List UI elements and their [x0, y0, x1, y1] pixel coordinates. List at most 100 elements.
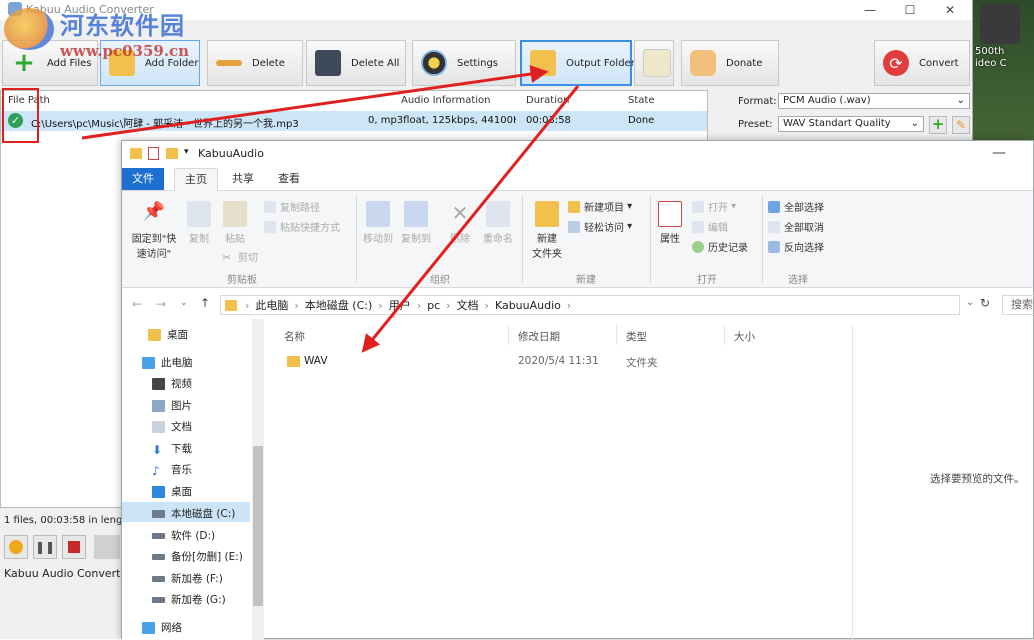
edit-icon	[692, 220, 704, 233]
up-arrow-icon[interactable]: ↑	[200, 296, 210, 310]
convert-button[interactable]: ⟳ Convert	[874, 40, 970, 86]
open-output-button[interactable]	[634, 40, 674, 86]
delete-button[interactable]: Delete	[207, 40, 303, 86]
file-date: 2020/5/4 11:31	[518, 355, 599, 367]
column-size[interactable]: 大小	[734, 329, 755, 344]
nav-item-this-pc[interactable]: 此电脑	[142, 355, 193, 370]
pin-icon: 📌	[142, 201, 166, 222]
cut-button[interactable]: ✂ 剪切	[222, 249, 258, 265]
column-name[interactable]: 名称	[284, 329, 305, 344]
copy-button[interactable]: 复制	[184, 201, 214, 245]
open-folder-icon	[530, 50, 556, 76]
column-divider	[508, 325, 509, 345]
select-all-icon	[768, 200, 780, 213]
tab-share[interactable]: 共享	[222, 168, 264, 190]
tab-home[interactable]: 主页	[174, 168, 218, 191]
nav-item-downloads[interactable]: ⬇ 下载	[152, 441, 192, 457]
nav-item-drive-e[interactable]: 备份[勿删] (E:)	[152, 549, 243, 564]
minimize-icon[interactable]: —	[850, 0, 890, 20]
settings-button[interactable]: Settings	[412, 40, 516, 86]
desktop-app-icon[interactable]	[980, 4, 1020, 44]
new-item-button[interactable]: 新建项目 ▾	[568, 199, 632, 214]
delete-all-button[interactable]: Delete All	[306, 40, 406, 86]
copy-to-button[interactable]: 复制到	[398, 201, 434, 245]
minimize-icon[interactable]: —	[992, 145, 1006, 161]
paste-button[interactable]: 粘贴	[220, 201, 250, 245]
document-icon	[643, 49, 671, 77]
copy-icon	[187, 201, 211, 227]
new-folder-icon	[535, 201, 559, 227]
history-button[interactable]: 历史记录	[692, 239, 748, 254]
forward-arrow-icon[interactable]: →	[156, 297, 166, 311]
nav-item-drive-f[interactable]: 新加卷 (F:)	[152, 571, 223, 586]
select-none-button[interactable]: 全部取消	[768, 219, 824, 234]
edit-button[interactable]: 编辑	[692, 219, 728, 234]
table-row[interactable]: ✓ C:\Users\pc\Music\阿肆 - 郭采洁 - 世界上的另一个我.…	[1, 111, 707, 131]
format-label: Format:	[738, 96, 777, 107]
nav-item-documents[interactable]: 文档	[152, 419, 192, 434]
pause-button[interactable]: ❚❚	[33, 535, 57, 559]
column-state[interactable]: State	[628, 95, 654, 106]
properties-icon[interactable]	[148, 147, 159, 160]
nav-item-music[interactable]: ♪ 音乐	[152, 462, 192, 478]
column-audio-info[interactable]: Audio Information	[401, 95, 491, 106]
search-input[interactable]: 搜索	[1002, 295, 1034, 315]
preset-select[interactable]: WAV Standart Quality ⌄	[778, 116, 924, 132]
new-folder-button[interactable]: 新建 文件夹	[526, 201, 568, 260]
highlight-box	[2, 88, 39, 143]
seek-bar[interactable]	[94, 535, 120, 559]
tab-file[interactable]: 文件	[122, 168, 164, 190]
new-folder-icon[interactable]	[166, 148, 178, 159]
row-path: C:\Users\pc\Music\阿肆 - 郭采洁 - 世界上的另一个我.mp…	[31, 119, 299, 130]
refresh-icon[interactable]: ↻	[980, 296, 990, 310]
column-date[interactable]: 修改日期	[518, 329, 560, 344]
nav-item-desktop[interactable]: 桌面	[148, 327, 188, 342]
rename-button[interactable]: 重命名	[480, 201, 516, 245]
recent-dropdown-icon[interactable]: ⌄	[180, 298, 188, 308]
select-all-button[interactable]: 全部选择	[768, 199, 824, 214]
folder-icon	[130, 148, 142, 159]
dropdown-icon[interactable]: ▾	[184, 147, 189, 157]
pin-quick-access-button[interactable]: 📌 固定到"快速访问"	[128, 201, 180, 260]
copy-path-button[interactable]: 复制路径	[264, 199, 320, 214]
group-clipboard: 剪贴板	[227, 275, 257, 286]
maximize-icon[interactable]: ☐	[890, 0, 930, 20]
edit-preset-icon[interactable]: ✎	[952, 116, 970, 134]
nav-item-drive-d[interactable]: 软件 (D:)	[152, 528, 215, 543]
stop-button[interactable]	[62, 535, 86, 559]
add-preset-icon[interactable]: +	[929, 116, 947, 134]
nav-item-network[interactable]: 网络	[142, 620, 182, 635]
delete-button[interactable]: ✕ 删除	[444, 201, 476, 245]
nav-item-videos[interactable]: 视频	[152, 376, 192, 391]
list-item[interactable]: WAV 2020/5/4 11:31 文件夹	[284, 353, 844, 371]
output-folder-button[interactable]: Output Folder	[520, 40, 635, 86]
select-none-icon	[768, 220, 780, 233]
close-icon[interactable]: ✕	[930, 0, 970, 20]
move-to-button[interactable]: 移动到	[360, 201, 396, 245]
paste-shortcut-button[interactable]: 粘贴快捷方式	[264, 219, 340, 234]
file-type: 文件夹	[626, 357, 658, 369]
back-arrow-icon[interactable]: ←	[132, 297, 142, 311]
address-bar[interactable]: › 此电脑 › 本地磁盘 (C:) › 用户 › pc › 文档 › KabuuAudio …	[220, 295, 960, 315]
nav-item-drive-c[interactable]: 本地磁盘 (C:)	[152, 506, 235, 521]
easy-access-button[interactable]: 轻松访问 ▾	[568, 219, 632, 234]
group-organize: 组织	[430, 275, 450, 286]
copy-path-icon	[264, 200, 276, 213]
column-duration[interactable]: Duration	[526, 95, 569, 106]
row-duration: 00:03:58	[526, 115, 571, 126]
nav-item-drive-g[interactable]: 新加卷 (G:)	[152, 592, 226, 607]
properties-button[interactable]: 属性	[654, 201, 686, 245]
tab-view[interactable]: 查看	[268, 168, 310, 190]
desktop-icon-label[interactable]: 500th ideo C	[975, 46, 1030, 80]
nav-item-desktop-pc[interactable]: 桌面	[152, 484, 192, 499]
invert-selection-button[interactable]: 反向选择	[768, 239, 824, 254]
format-select[interactable]: PCM Audio (.wav) ⌄	[778, 93, 970, 109]
nav-item-pictures[interactable]: 图片	[152, 398, 192, 413]
column-type[interactable]: 类型	[626, 329, 647, 344]
column-divider	[724, 325, 725, 345]
donate-button[interactable]: Donate	[681, 40, 779, 86]
open-button[interactable]: 打开 ▾	[692, 199, 736, 214]
play-button[interactable]	[4, 535, 28, 559]
address-dropdown-icon[interactable]: ⌄	[966, 297, 974, 308]
nav-scrollbar-thumb[interactable]	[253, 446, 263, 606]
